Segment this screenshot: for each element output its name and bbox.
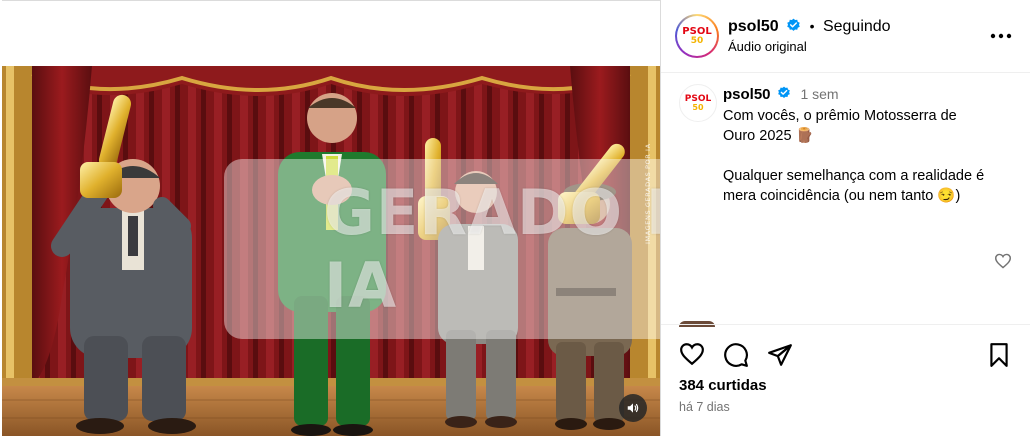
share-button[interactable] bbox=[767, 342, 793, 368]
caption-line: Qualquer semelhança com a realidade é bbox=[723, 168, 985, 184]
header-separator: • bbox=[809, 18, 815, 34]
sound-toggle-button[interactable] bbox=[619, 394, 647, 422]
like-button[interactable] bbox=[679, 342, 705, 366]
post-date[interactable]: há 7 dias bbox=[679, 400, 730, 414]
header-username[interactable]: psol50 bbox=[728, 18, 779, 35]
caption-line: Ouro 2025 🪵 bbox=[723, 128, 814, 144]
likes-count[interactable]: 384 curtidas bbox=[679, 377, 767, 394]
more-options-button[interactable] bbox=[989, 28, 1013, 44]
comment-button[interactable] bbox=[723, 342, 749, 368]
share-icon bbox=[768, 344, 792, 366]
save-button[interactable] bbox=[988, 342, 1010, 368]
ai-watermark: GERADO POR IA bbox=[224, 159, 660, 339]
header-title-row: psol50 • Seguindo bbox=[728, 18, 891, 36]
caption-line: mera coincidência (ou nem tanto 😏) bbox=[723, 188, 961, 204]
caption-line: Com vocês, o prêmio Motosserra de bbox=[723, 108, 957, 124]
psol-logo-small: PSOL 50 bbox=[684, 93, 712, 112]
caption-title-row: psol50 1 sem bbox=[723, 86, 839, 104]
header-subtitle[interactable]: Áudio original bbox=[728, 39, 807, 54]
psol-logo: PSOL 50 bbox=[682, 25, 712, 46]
post-actions: 384 curtidas há 7 dias bbox=[661, 324, 1030, 437]
comments-area[interactable]: PSOL 50 psol50 1 sem Com vocês, o prêmio… bbox=[661, 73, 1030, 327]
caption-username[interactable]: psol50 bbox=[723, 86, 771, 103]
more-options-icon bbox=[990, 33, 1012, 39]
speaker-icon bbox=[627, 403, 639, 413]
caption-time[interactable]: 1 sem bbox=[800, 86, 838, 102]
post-side-panel: PSOL 50 psol50 • Seguindo Áudio original bbox=[661, 0, 1030, 436]
comment-icon bbox=[724, 343, 748, 367]
verified-badge-icon bbox=[787, 18, 800, 31]
bookmark-icon bbox=[990, 343, 1008, 367]
follow-status-button[interactable]: Seguindo bbox=[823, 18, 891, 35]
post-media[interactable]: GERADO POR IA IMAGENS GERADAS POR IA bbox=[2, 66, 660, 436]
header-avatar-image: PSOL 50 bbox=[677, 16, 717, 56]
heart-outline-icon bbox=[994, 253, 1012, 269]
ai-side-label: IMAGENS GERADAS POR IA bbox=[644, 143, 652, 244]
caption-like-button[interactable] bbox=[994, 253, 1012, 269]
media-top-spacer bbox=[2, 0, 660, 67]
verified-badge-icon bbox=[778, 86, 790, 99]
caption-text: Com vocês, o prêmio Motosserra de Ouro 2… bbox=[723, 106, 984, 206]
post-header: PSOL 50 psol50 • Seguindo Áudio original bbox=[661, 0, 1030, 73]
caption-avatar[interactable]: PSOL 50 bbox=[679, 84, 717, 122]
heart-icon bbox=[680, 343, 704, 366]
ai-watermark-text: GERADO POR IA bbox=[324, 176, 660, 322]
header-avatar[interactable]: PSOL 50 bbox=[675, 14, 719, 58]
post-window: GERADO POR IA IMAGENS GERADAS POR IA PSO… bbox=[0, 0, 1030, 436]
